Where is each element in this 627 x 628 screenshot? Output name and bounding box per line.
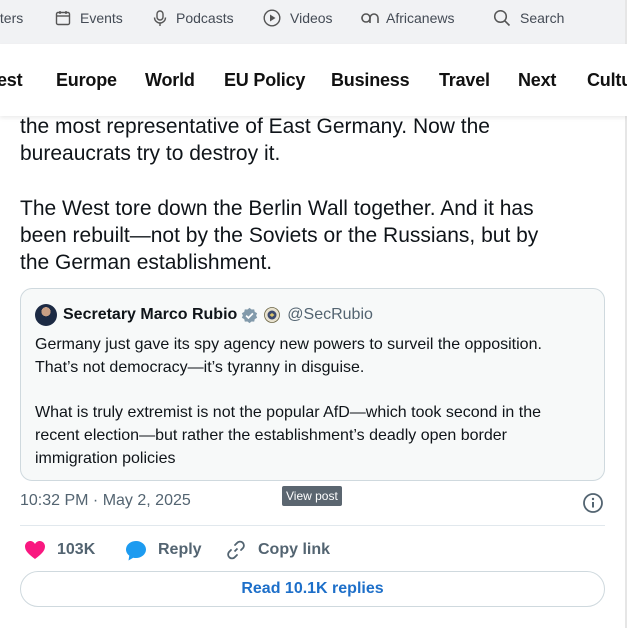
tweet-text-line: the German establishment. (20, 251, 273, 274)
quoted-author-name[interactable]: Secretary Marco Rubio (63, 306, 237, 324)
section-nav-europe[interactable]: Europe (56, 70, 117, 91)
info-icon[interactable] (582, 492, 604, 514)
quoted-tweet-line: That’s not democracy—it’s tyranny in dis… (35, 359, 365, 376)
reply-bubble-icon (126, 540, 146, 560)
reply-label: Reply (158, 541, 202, 558)
top-nav-label: tters (0, 10, 24, 26)
top-nav-events[interactable]: Events (55, 0, 123, 36)
tweet-text-line: The West tore down the Berlin Wall toget… (20, 197, 534, 220)
top-nav-africanews[interactable]: Africanews (360, 0, 454, 36)
section-nav: est Europe World EU Policy Business Trav… (0, 44, 627, 116)
section-nav-next[interactable]: Next (518, 70, 556, 91)
top-nav-label: Videos (290, 10, 333, 26)
divider (20, 525, 605, 526)
quoted-tweet-header: Secretary Marco Rubio @SecRubio (35, 303, 373, 327)
tweet-text-line: the most representative of East Germany.… (20, 115, 490, 138)
top-nav-videos[interactable]: Videos (263, 0, 333, 36)
quoted-tweet-line: immigration policies (35, 450, 176, 467)
read-replies-button[interactable]: Read 10.1K replies (20, 571, 605, 607)
quoted-tweet-line: Germany just gave its spy agency new pow… (35, 336, 542, 353)
africanews-logo-icon (360, 12, 380, 24)
top-nav-label: Search (520, 10, 565, 26)
search-icon (493, 9, 511, 27)
like-button[interactable]: 103K (24, 538, 95, 562)
quoted-author-handle[interactable]: @SecRubio (287, 306, 373, 324)
section-nav-culture[interactable]: Cultu (587, 70, 627, 91)
section-nav-travel[interactable]: Travel (439, 70, 490, 91)
section-nav-eu-policy[interactable]: EU Policy (224, 70, 305, 91)
reply-button[interactable]: Reply (125, 538, 202, 562)
link-icon (227, 540, 245, 560)
quoted-tweet-card[interactable]: Secretary Marco Rubio @SecRubio Germany … (20, 288, 605, 481)
verified-badge-icon (242, 307, 258, 323)
top-nav-bar: tters Events Podcasts Videos Africanews … (0, 0, 627, 45)
section-nav-world[interactable]: World (145, 70, 195, 91)
top-nav-search[interactable]: Search (493, 0, 564, 36)
top-nav-newsletters[interactable]: tters (0, 0, 23, 36)
play-icon (263, 9, 281, 27)
quoted-tweet-line: What is truly extremist is not the popul… (35, 404, 542, 421)
heart-icon (25, 541, 45, 559)
government-seal-icon (264, 307, 281, 323)
quoted-tweet-line: recent election—but rather the establish… (35, 427, 507, 444)
top-nav-label: Podcasts (176, 10, 234, 26)
like-count: 103K (57, 541, 96, 558)
avatar[interactable] (35, 304, 57, 326)
section-nav-business[interactable]: Business (331, 70, 410, 91)
view-post-tooltip: View post (282, 486, 342, 506)
microphone-icon (153, 9, 167, 27)
copy-link-button[interactable]: Copy link (226, 538, 330, 562)
tweet-text-line: bureaucrats try to destroy it. (20, 142, 281, 165)
top-nav-podcasts[interactable]: Podcasts (153, 0, 234, 36)
top-nav-label: Events (80, 10, 123, 26)
calendar-icon (55, 10, 71, 26)
copy-link-label: Copy link (258, 541, 331, 558)
top-nav-label: Africanews (386, 10, 455, 26)
section-nav-item[interactable]: est (0, 70, 23, 91)
tweet-text-line: been rebuilt—not by the Soviets or the R… (20, 224, 539, 247)
tweet-timestamp[interactable]: 10:32 PM · May 2, 2025 (20, 492, 191, 510)
